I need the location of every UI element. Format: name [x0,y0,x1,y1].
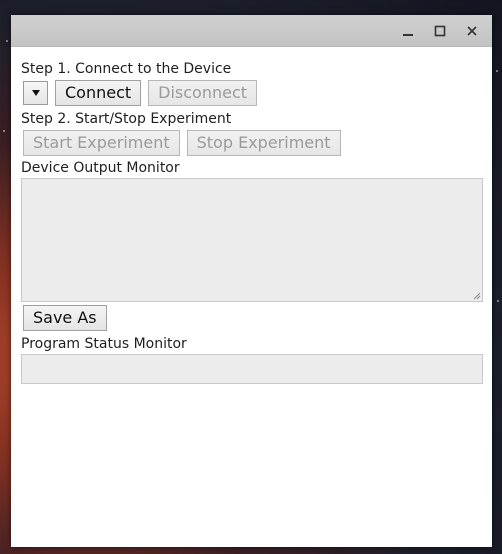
disconnect-button[interactable]: Disconnect [148,80,258,106]
start-experiment-button[interactable]: Start Experiment [23,130,180,156]
background-star [496,70,498,72]
close-button[interactable] [458,21,486,41]
application-window: Step 1. Connect to the Device Connect Di… [11,15,492,547]
minimize-button[interactable] [394,21,422,41]
connect-button[interactable]: Connect [55,80,142,106]
window-titlebar[interactable] [11,15,492,47]
background-star [3,130,5,132]
save-row: Save As [23,305,482,331]
device-output-textarea[interactable] [21,178,483,302]
resize-grip-icon[interactable] [473,292,481,300]
port-dropdown[interactable] [23,81,48,105]
save-as-button[interactable]: Save As [23,305,107,331]
device-output-label: Device Output Monitor [21,160,180,176]
background-star [497,300,499,302]
maximize-button[interactable] [426,21,454,41]
program-status-label: Program Status Monitor [21,336,187,352]
step1-label: Step 1. Connect to the Device [21,61,232,77]
stop-experiment-button[interactable]: Stop Experiment [186,130,341,156]
step2-label: Step 2. Start/Stop Experiment [21,111,232,127]
chevron-down-icon [31,90,40,96]
minimize-icon [403,34,413,36]
maximize-icon [434,25,446,37]
connect-row: Connect Disconnect [23,80,482,106]
program-status-field[interactable] [21,354,483,384]
experiment-row: Start Experiment Stop Experiment [23,130,482,156]
main-panel: Step 1. Connect to the Device Connect Di… [11,60,492,384]
background-star [6,40,8,42]
window-controls [394,21,486,41]
close-icon [467,26,477,36]
